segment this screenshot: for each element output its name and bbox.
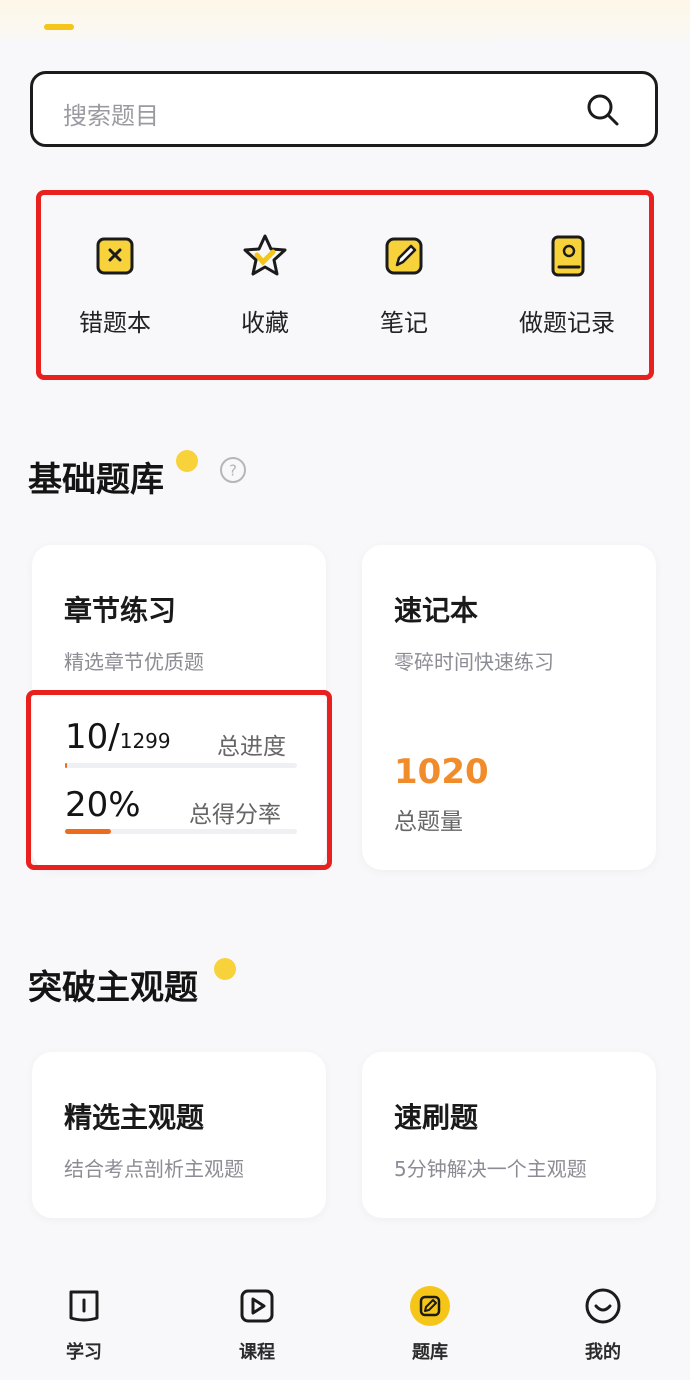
progress-total: 1299 [119, 729, 171, 753]
progress-done: 10/ [65, 717, 120, 757]
total-question-label: 总题量 [394, 809, 463, 835]
quick-action-wrong-book[interactable]: 错题本 [45, 231, 185, 338]
nav-label: 课程 [239, 1342, 275, 1363]
progress-stats: 10/1299 总进度 20% 总得分率 [26, 690, 332, 870]
search-icon[interactable] [585, 92, 621, 128]
study-icon [69, 1290, 99, 1322]
progress-track [65, 763, 297, 768]
note-icon [385, 237, 423, 275]
card-title: 速刷题 [394, 1101, 479, 1134]
progress-fill [65, 763, 67, 768]
nav-question-bank[interactable]: 题库 [380, 1286, 480, 1364]
section-decoration-dot [176, 450, 198, 472]
score-track [65, 829, 297, 834]
total-question-count: 1020 [394, 752, 489, 792]
card-title: 精选主观题 [64, 1101, 205, 1134]
nav-study[interactable]: 学习 [34, 1286, 134, 1364]
help-icon[interactable]: ? [219, 456, 247, 484]
active-tab-indicator [44, 24, 74, 30]
section-decoration-dot [214, 958, 236, 980]
card-subtitle: 零碎时间快速练习 [394, 650, 554, 674]
score-rate-label: 总得分率 [189, 802, 281, 828]
quick-action-label: 收藏 [241, 309, 289, 337]
nav-label: 题库 [412, 1342, 448, 1363]
quick-action-notes[interactable]: 笔记 [334, 231, 474, 338]
quick-drill-card[interactable]: 速刷题 5分钟解决一个主观题 [362, 1052, 656, 1218]
profile-icon [585, 1288, 621, 1324]
quick-action-label: 笔记 [380, 309, 428, 337]
card-title: 速记本 [394, 594, 479, 627]
quick-action-records[interactable]: 做题记录 [497, 231, 637, 338]
svg-text:?: ? [229, 462, 237, 480]
section-title-subjective: 突破主观题 [28, 968, 198, 1008]
score-rate-value: 20% [65, 785, 141, 825]
card-subtitle: 精选章节优质题 [64, 650, 204, 674]
card-subtitle: 结合考点剖析主观题 [64, 1157, 244, 1181]
nav-label: 我的 [585, 1342, 621, 1363]
quick-action-favorites[interactable]: 收藏 [195, 231, 335, 338]
nav-label: 学习 [66, 1342, 102, 1363]
quick-action-label: 做题记录 [519, 309, 615, 337]
progress-label: 总进度 [217, 734, 286, 760]
wrong-book-icon [96, 237, 134, 275]
card-title: 章节练习 [64, 594, 177, 627]
record-icon [551, 235, 585, 277]
nav-course[interactable]: 课程 [207, 1286, 307, 1364]
course-icon [240, 1289, 274, 1323]
score-fill [65, 829, 111, 834]
search-bar[interactable]: 搜索题目 [30, 71, 658, 147]
section-title-basic: 基础题库 [28, 460, 164, 500]
search-input[interactable]: 搜索题目 [63, 96, 159, 131]
quick-actions-panel: 错题本 收藏 笔记 做题记录 [36, 190, 654, 380]
quick-action-label: 错题本 [79, 309, 151, 337]
question-bank-icon [410, 1286, 450, 1326]
star-icon [243, 234, 287, 276]
progress-value: 10/1299 [65, 717, 171, 757]
selected-subjective-card[interactable]: 精选主观题 结合考点剖析主观题 [32, 1052, 326, 1218]
nav-profile[interactable]: 我的 [553, 1286, 653, 1364]
card-subtitle: 5分钟解决一个主观题 [394, 1157, 587, 1181]
top-tab-bar [0, 0, 690, 40]
